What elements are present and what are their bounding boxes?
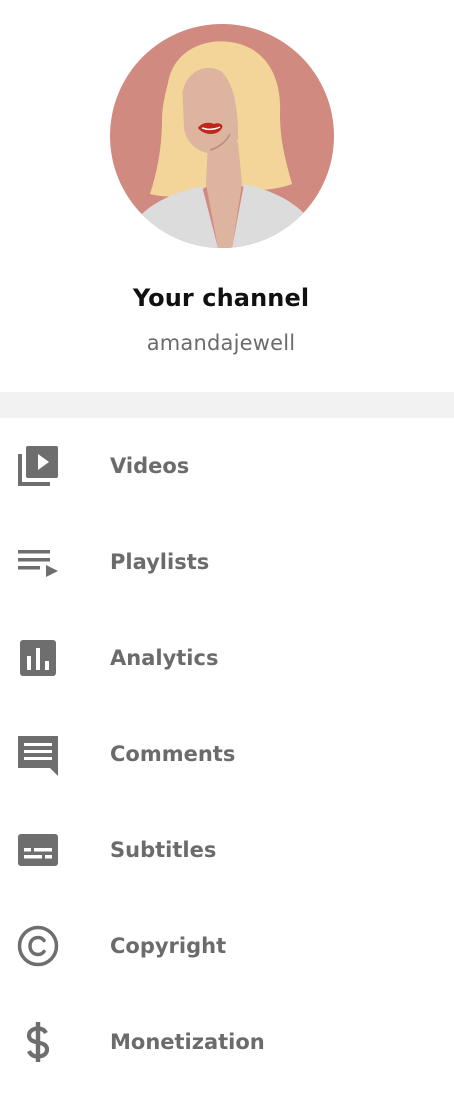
menu-item-comments[interactable]: Comments — [0, 706, 454, 802]
copyright-icon — [16, 924, 60, 968]
menu-item-videos[interactable]: Videos — [0, 418, 454, 514]
menu-item-label: Monetization — [110, 1030, 265, 1054]
video-library-icon — [16, 444, 60, 488]
menu-item-monetization[interactable]: Monetization — [0, 994, 454, 1090]
channel-menu: Videos Playlists Analytics Comments Subt… — [0, 418, 454, 1090]
menu-item-copyright[interactable]: Copyright — [0, 898, 454, 994]
menu-item-label: Comments — [110, 742, 236, 766]
avatar[interactable] — [110, 24, 334, 248]
menu-item-subtitles[interactable]: Subtitles — [0, 802, 454, 898]
subtitles-icon — [16, 828, 60, 872]
menu-item-label: Analytics — [110, 646, 219, 670]
comment-icon — [16, 732, 60, 776]
dollar-icon — [16, 1020, 60, 1064]
section-divider — [0, 392, 454, 418]
playlist-icon — [16, 540, 60, 584]
avatar-illustration — [110, 24, 334, 248]
menu-item-playlists[interactable]: Playlists — [0, 514, 454, 610]
channel-title: Your channel — [132, 284, 310, 312]
channel-handle: amandajewell — [146, 331, 296, 355]
menu-item-label: Videos — [110, 454, 190, 478]
menu-item-label: Copyright — [110, 934, 227, 958]
analytics-icon — [16, 636, 60, 680]
menu-item-label: Playlists — [110, 550, 210, 574]
menu-item-label: Subtitles — [110, 838, 217, 862]
menu-item-analytics[interactable]: Analytics — [0, 610, 454, 706]
channel-header: Your channel amandajewell — [0, 0, 454, 392]
